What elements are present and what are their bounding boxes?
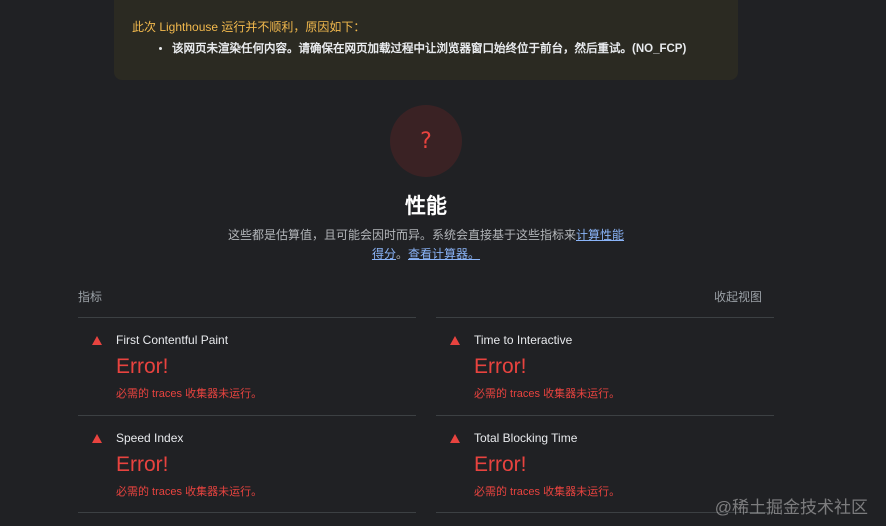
metric-name: First Contentful Paint bbox=[116, 333, 229, 347]
metric-value: Error! bbox=[474, 355, 527, 378]
question-mark-icon: ? bbox=[420, 128, 432, 154]
metric-name: Speed Index bbox=[116, 431, 184, 445]
performance-score-gauge: ? bbox=[390, 105, 462, 177]
metric-first-contentful-paint: First Contentful Paint Error! 必需的 traces… bbox=[78, 317, 416, 415]
metric-name: Total Blocking Time bbox=[474, 431, 578, 445]
metric-value: Error! bbox=[116, 355, 169, 378]
warning-item: 该网页未渲染任何内容。请确保在网页加载过程中让浏览器窗口始终位于前台，然后重试。… bbox=[172, 40, 720, 58]
metric-error-note: 必需的 traces 收集器未运行。 bbox=[474, 388, 621, 400]
watermark: @稀土掘金技术社区 bbox=[714, 498, 868, 517]
metric-error-note: 必需的 traces 收集器未运行。 bbox=[116, 388, 263, 400]
warning-list: 该网页未渲染任何内容。请确保在网页加载过程中让浏览器窗口始终位于前台，然后重试。… bbox=[132, 40, 720, 58]
metric-time-to-interactive: Time to Interactive Error! 必需的 traces 收集… bbox=[436, 317, 774, 415]
warning-triangle-icon bbox=[450, 434, 460, 443]
description-text: 这些都是估算值，且可能会因时而异。系统会直接基于这些指标来 bbox=[227, 228, 576, 242]
collapse-view-toggle[interactable]: 收起视图 bbox=[714, 288, 762, 305]
metric-value: Error! bbox=[116, 453, 169, 476]
warning-triangle-icon bbox=[450, 336, 460, 345]
metric-error-note: 必需的 traces 收集器未运行。 bbox=[116, 486, 263, 498]
metrics-label: 指标 bbox=[78, 290, 103, 304]
metric-speed-index: Speed Index Error! 必需的 traces 收集器未运行。 bbox=[78, 415, 416, 513]
view-calculator-link[interactable]: 查看计算器。 bbox=[408, 247, 480, 261]
metric-name: Time to Interactive bbox=[474, 333, 573, 347]
warning-title: 此次 Lighthouse 运行并不顺利，原因如下： bbox=[132, 20, 366, 34]
metric-error-note: 必需的 traces 收集器未运行。 bbox=[474, 486, 621, 498]
description-separator: 。 bbox=[395, 247, 408, 261]
lighthouse-report: 此次 Lighthouse 运行并不顺利，原因如下： 该网页未渲染任何内容。请确… bbox=[0, 0, 886, 526]
category-description: 这些都是估算值，且可能会因时而异。系统会直接基于这些指标来计算性能得分。查看计算… bbox=[224, 226, 628, 264]
warning-triangle-icon bbox=[92, 336, 102, 345]
metric-value: Error! bbox=[474, 453, 527, 476]
warning-triangle-icon bbox=[92, 434, 102, 443]
run-warning-box: 此次 Lighthouse 运行并不顺利，原因如下： 该网页未渲染任何内容。请确… bbox=[114, 0, 738, 80]
category-title: 性能 bbox=[405, 195, 447, 218]
